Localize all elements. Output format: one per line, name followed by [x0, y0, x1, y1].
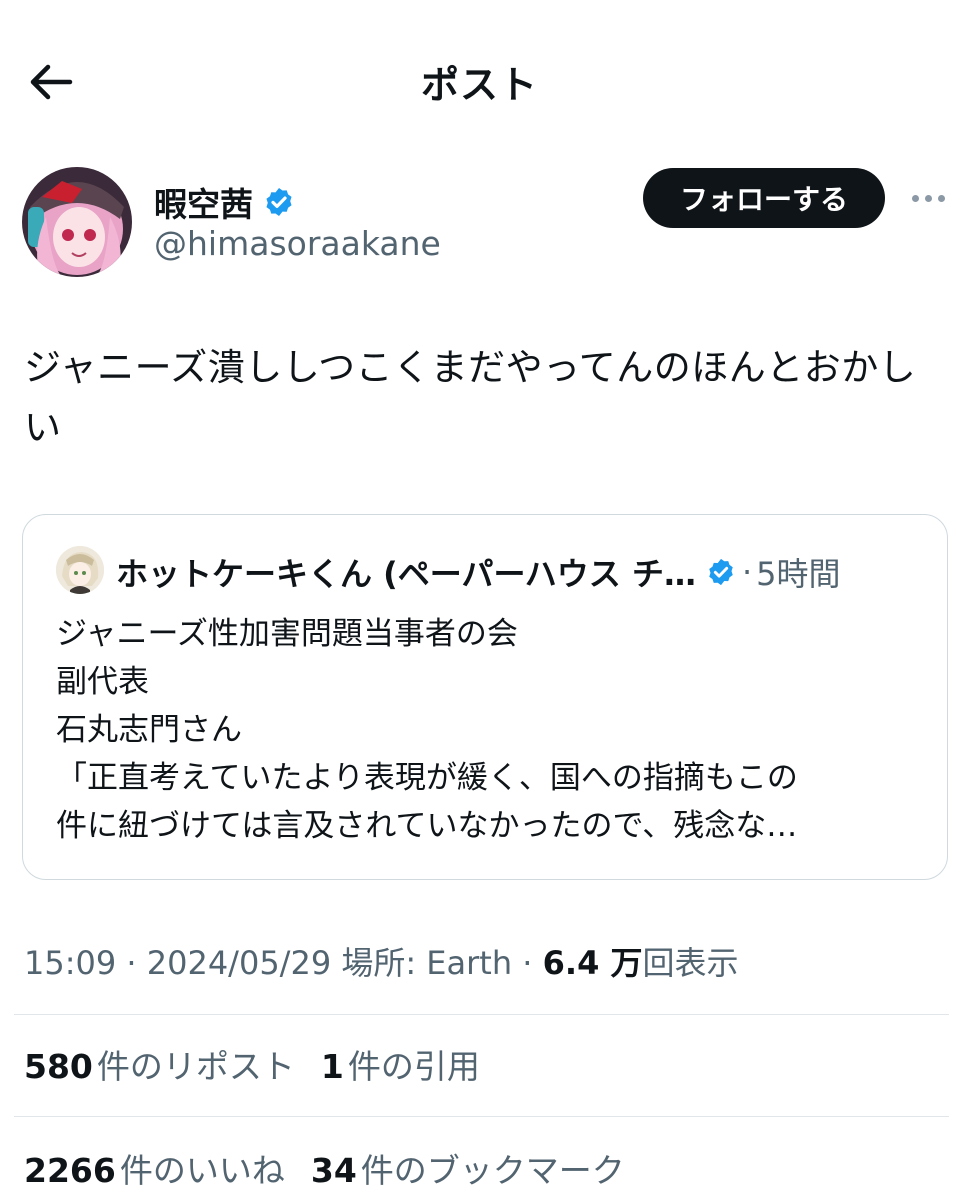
quote-body: ジャニーズ性加害問題当事者の会 副代表 石丸志門さん 「正直考えていたより表現が…: [56, 610, 916, 850]
meta-separator: ·: [126, 944, 137, 982]
likes-stat[interactable]: 2266 件のいいね: [24, 1144, 285, 1192]
meta-separator: ·: [522, 944, 533, 982]
quote-author-name: ホットケーキくん (ペーパーハウス チ…: [116, 555, 696, 593]
follow-button[interactable]: フォローする: [643, 168, 885, 228]
reposts-stat[interactable]: 580 件のリポスト: [24, 1040, 295, 1088]
bookmarks-stat[interactable]: 34 件のブックマーク: [311, 1144, 625, 1192]
post-location: 場所: Earth: [341, 944, 513, 982]
divider: [14, 1014, 949, 1015]
post-text: ジャニーズ潰ししつこくまだやってんのほんとおかしい: [24, 346, 917, 449]
quote-line: 石丸志門さん: [56, 712, 242, 748]
quote-time: 5時間: [756, 555, 841, 593]
quote-line: 「正直考えていたより表現が緩く、国への指摘もこの: [56, 760, 798, 796]
post-date: 2024/05/29: [146, 944, 332, 982]
quote-header: ホットケーキくん (ペーパーハウス チ… · 5時間: [116, 550, 901, 594]
verified-badge-icon: [709, 558, 733, 586]
post-time: 15:09: [24, 944, 117, 982]
stats-row-reposts: 580 件のリポスト 1 件の引用: [24, 1040, 480, 1088]
more-dot: [924, 194, 932, 202]
stats-row-likes: 2266 件のいいね 34 件のブックマーク: [24, 1144, 625, 1192]
more-dots-icon: [911, 194, 919, 202]
author-name[interactable]: 暇空茜: [154, 178, 295, 226]
quote-line: ジャニーズ性加害問題当事者の会: [56, 616, 518, 652]
reposts-label: 件のリポスト: [96, 1047, 295, 1086]
author-avatar[interactable]: [22, 167, 132, 277]
page-title: ポスト: [420, 63, 538, 107]
divider: [14, 1116, 949, 1117]
reposts-count: 580: [24, 1047, 93, 1086]
bookmarks-count: 34: [310, 1151, 357, 1190]
more-dot: [937, 194, 945, 202]
bookmarks-label: 件のブックマーク: [360, 1151, 625, 1190]
quote-separator: ·: [741, 553, 753, 591]
author-handle[interactable]: @himasoraakane: [154, 224, 441, 263]
likes-count: 2266: [24, 1151, 116, 1190]
quote-avatar-image: [56, 546, 104, 594]
more-options-button[interactable]: [904, 178, 952, 218]
verified-badge-icon: [266, 188, 292, 216]
quotes-label: 件の引用: [347, 1047, 480, 1086]
quotes-stat[interactable]: 1 件の引用: [321, 1040, 480, 1088]
views-count: 6.4 万: [542, 944, 643, 982]
quote-line: 件に紐づけては言及されていなかったので、残念な…: [56, 808, 798, 844]
quote-author-avatar: [56, 546, 104, 594]
quotes-count: 1: [320, 1047, 344, 1086]
quote-line: 副代表: [56, 664, 149, 700]
post-meta: 15:09 · 2024/05/29 場所: Earth · 6.4 万回表示: [24, 938, 739, 984]
views-label: 回表示: [642, 944, 739, 982]
likes-label: 件のいいね: [119, 1151, 285, 1190]
avatar-image: [22, 167, 132, 277]
author-display-name: 暇空茜: [154, 185, 253, 224]
